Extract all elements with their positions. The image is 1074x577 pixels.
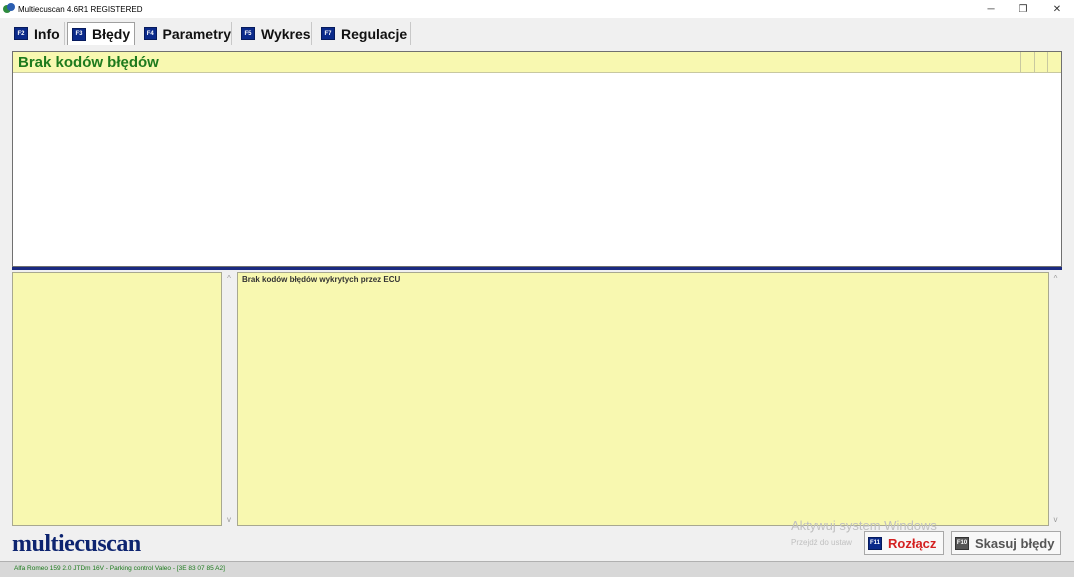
- scroll-down-icon[interactable]: v: [1049, 515, 1062, 524]
- title-bar: Multiecuscan 4.6R1 REGISTERED ─ ❐ ✕: [0, 0, 1074, 18]
- left-scrollbar[interactable]: ^ v: [222, 272, 236, 526]
- tab-parameters[interactable]: F4 Parametry: [140, 22, 232, 45]
- f5-key-icon: F5: [241, 27, 255, 40]
- close-icon[interactable]: ✕: [1040, 0, 1074, 18]
- no-errors-message: Brak kodów błędów wykrytych przez ECU: [242, 275, 401, 284]
- tab-adjustments[interactable]: F7 Regulacje: [317, 22, 411, 45]
- scroll-down-icon[interactable]: v: [222, 515, 236, 524]
- status-bar: Alfa Romeo 159 2.0 JTDm 16V - Parking co…: [0, 561, 1074, 577]
- error-detail-list[interactable]: [12, 272, 222, 526]
- tab-errors[interactable]: F3 Błędy: [67, 22, 135, 45]
- tab-info[interactable]: F2 Info: [10, 22, 65, 45]
- app-logo-icon: [3, 3, 15, 15]
- clear-errors-button[interactable]: F10 Skasuj błędy: [951, 531, 1061, 555]
- f7-key-icon: F7: [321, 27, 335, 40]
- multiecuscan-logo: multiecuscan: [12, 531, 141, 557]
- tab-label: Parametry: [162, 25, 232, 42]
- restore-icon[interactable]: ❐: [1006, 0, 1040, 18]
- f4-key-icon: F4: [144, 27, 157, 40]
- f10-key-icon: F10: [955, 536, 969, 550]
- error-list-panel[interactable]: Brak kodów błędów: [12, 51, 1062, 267]
- tab-label: Błędy: [92, 26, 131, 42]
- vehicle-info: Alfa Romeo 159 2.0 JTDm 16V - Parking co…: [14, 565, 225, 572]
- right-scrollbar[interactable]: ^ v: [1049, 272, 1062, 526]
- f11-key-icon: F11: [868, 536, 882, 550]
- window-title: Multiecuscan 4.6R1 REGISTERED: [18, 4, 143, 14]
- column-divider: [1034, 52, 1035, 73]
- minimize-icon[interactable]: ─: [974, 0, 1008, 18]
- column-divider: [1047, 52, 1048, 73]
- windows-activation-subtext: Przejdź do ustaw: [791, 538, 852, 547]
- tab-label: Wykres: [261, 25, 311, 42]
- scroll-up-icon[interactable]: ^: [222, 274, 236, 283]
- error-list-title: Brak kodów błędów: [18, 54, 159, 71]
- panel-splitter[interactable]: [12, 267, 1062, 270]
- scroll-up-icon[interactable]: ^: [1049, 274, 1062, 283]
- tab-label: Info: [34, 25, 60, 42]
- column-divider: [1020, 52, 1021, 73]
- tab-label: Regulacje: [341, 25, 408, 42]
- error-description-panel[interactable]: Brak kodów błędów wykrytych przez ECU: [237, 272, 1049, 526]
- clear-errors-label: Skasuj błędy: [975, 535, 1055, 551]
- disconnect-button[interactable]: F11 Rozłącz: [864, 531, 944, 555]
- error-list-header: Brak kodów błędów: [13, 52, 1061, 73]
- disconnect-label: Rozłącz: [888, 535, 937, 551]
- tab-bar: F2 Info F3 Błędy F4 Parametry F5 Wykres …: [0, 20, 1074, 47]
- f2-key-icon: F2: [14, 27, 28, 40]
- f3-key-icon: F3: [72, 27, 86, 41]
- app-window: Multiecuscan 4.6R1 REGISTERED ─ ❐ ✕ F2 I…: [0, 0, 1074, 577]
- tab-chart[interactable]: F5 Wykres: [237, 22, 312, 45]
